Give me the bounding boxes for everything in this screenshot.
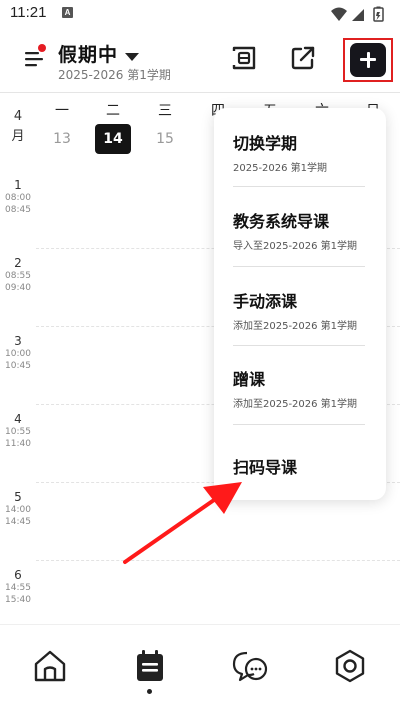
period-4: 4 10:55 11:40 — [5, 412, 31, 449]
day-number: 13 — [53, 131, 71, 147]
status-bar: 11:21 A — [0, 0, 400, 28]
menu-item-title: 教务系统导课 — [233, 212, 330, 231]
menu-item-title: 手动添课 — [233, 292, 298, 311]
period-3: 3 10:00 10:45 — [5, 334, 31, 371]
menu-item-subtitle: 添加至2025-2026 第1学期 — [233, 399, 358, 410]
day-column-mon[interactable]: 一 13 — [37, 101, 87, 154]
day-number: 15 — [156, 131, 174, 147]
period-1: 1 08:00 08:45 — [5, 178, 31, 215]
period-2: 2 08:55 09:40 — [5, 256, 31, 293]
chat-icon[interactable] — [230, 646, 270, 686]
day-name: 一 — [55, 103, 69, 119]
add-button-highlight — [343, 38, 393, 82]
grid-line — [36, 560, 400, 561]
status-time: 11:21 — [10, 4, 47, 21]
home-icon[interactable] — [30, 646, 70, 686]
caret-down-icon[interactable] — [125, 47, 139, 66]
menu-item-add-manually[interactable]: 手动添课 添加至2025-2026 第1学期 — [233, 288, 365, 332]
menu-divider — [233, 345, 365, 346]
menu-item-subtitle: 2025-2026 第1学期 — [233, 163, 328, 174]
switch-schedule-button[interactable] — [228, 42, 260, 74]
day-column-wed[interactable]: 三 15 — [140, 101, 190, 154]
active-tab-dot — [147, 689, 152, 694]
menu-divider — [233, 266, 365, 267]
day-name: 三 — [158, 103, 172, 119]
menu-item-title: 扫码导课 — [233, 458, 298, 477]
schedule-icon[interactable] — [130, 646, 170, 686]
add-course-popup-menu: 切换学期 2025-2026 第1学期 教务系统导课 导入至2025-2026 … — [214, 108, 386, 500]
day-column-tue[interactable]: 二 14 — [88, 101, 138, 154]
semester-status-title[interactable]: 假期中 — [58, 40, 118, 67]
menu-item-subtitle: 导入至2025-2026 第1学期 — [233, 241, 358, 252]
header-divider — [0, 92, 400, 93]
top-header: 假期中 2025-2026 第1学期 — [0, 28, 400, 90]
notification-icon: A — [62, 7, 73, 18]
wifi-icon — [331, 7, 347, 21]
period-6: 6 14:55 15:40 — [5, 568, 31, 605]
notification-dot — [38, 44, 46, 52]
menu-item-title: 蹭课 — [233, 370, 266, 389]
settings-icon[interactable] — [330, 646, 370, 686]
menu-divider — [233, 424, 365, 425]
menu-item-switch-semester[interactable]: 切换学期 2025-2026 第1学期 — [233, 130, 365, 174]
month-label: 4 月 — [11, 109, 25, 144]
menu-divider — [233, 186, 365, 187]
menu-item-audit-course[interactable]: 蹭课 添加至2025-2026 第1学期 — [233, 366, 365, 410]
menu-item-import-from-system[interactable]: 教务系统导课 导入至2025-2026 第1学期 — [233, 208, 365, 252]
day-number-today: 14 — [95, 124, 131, 154]
add-course-button[interactable] — [350, 43, 386, 77]
menu-item-subtitle: 添加至2025-2026 第1学期 — [233, 321, 358, 332]
menu-item-scan-import[interactable]: 扫码导课 — [233, 454, 365, 478]
menu-item-title: 切换学期 — [233, 134, 298, 153]
semester-subtitle: 2025-2026 第1学期 — [58, 68, 171, 82]
battery-icon — [373, 6, 384, 22]
status-icons — [330, 6, 388, 26]
bottom-nav-divider — [0, 624, 400, 625]
period-5: 5 14:00 14:45 — [5, 490, 31, 527]
signal-icon — [352, 9, 364, 21]
share-button[interactable] — [287, 42, 319, 74]
day-name: 二 — [106, 103, 120, 119]
